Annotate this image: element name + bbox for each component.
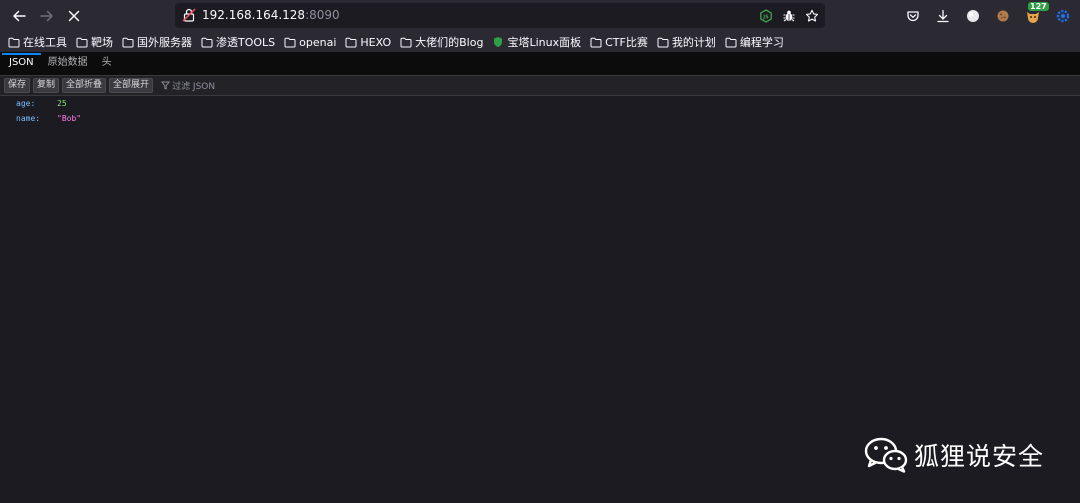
extension-badge-count: 127: [1028, 2, 1049, 11]
extension-button-badge[interactable]: 127: [1022, 2, 1049, 27]
arrow-right-icon: [40, 10, 53, 22]
bookmark-item[interactable]: 编程学习: [725, 33, 784, 51]
json-toolbar: 保存 复制 全部折叠 全部展开 过滤 JSON: [0, 75, 1080, 96]
bug-icon: [783, 10, 794, 21]
bookmark-star-button[interactable]: [802, 6, 821, 25]
star-icon: [805, 9, 818, 22]
nodejs-icon: JS: [759, 8, 772, 23]
bookmark-label: 在线工具: [23, 36, 67, 49]
cookie-icon: [997, 10, 1009, 22]
json-row-name[interactable]: name: "Bob": [16, 112, 81, 126]
folder-icon: [284, 37, 296, 47]
close-icon: [68, 10, 80, 22]
filter-placeholder: 过滤 JSON: [172, 82, 216, 92]
arrow-left-icon: [13, 10, 26, 22]
stop-button[interactable]: [62, 4, 86, 28]
wechat-icon: [864, 437, 908, 473]
json-value-number: 25: [57, 99, 67, 108]
shield-icon: [494, 37, 503, 47]
collapse-all-button[interactable]: 全部折叠: [62, 78, 107, 93]
pocket-icon: [907, 11, 919, 22]
folder-icon: [76, 37, 88, 47]
bookmark-item[interactable]: 渗透TOOLS: [201, 33, 275, 51]
bookmark-label: 我的计划: [671, 36, 716, 49]
circle-extension-icon: [967, 10, 979, 22]
nodejs-extension-button[interactable]: JS: [756, 6, 775, 25]
bookmark-item[interactable]: CTF比赛: [590, 33, 648, 51]
folder-icon: [590, 37, 602, 47]
svg-text:JS: JS: [762, 14, 769, 20]
save-button[interactable]: 保存: [4, 78, 31, 93]
pocket-button[interactable]: [902, 5, 924, 27]
downloads-button[interactable]: [932, 5, 954, 27]
bookmark-label: 渗透TOOLS: [216, 36, 276, 49]
json-key: age:: [16, 99, 36, 108]
bookmark-item[interactable]: 大佬们的Blog: [400, 33, 483, 51]
folder-icon: [8, 37, 20, 47]
bookmark-item[interactable]: 在线工具: [8, 33, 67, 51]
watermark-text: 狐狸说安全: [914, 442, 1045, 471]
folder-icon: [201, 37, 213, 47]
tab-raw-data[interactable]: 原始数据: [41, 53, 95, 75]
bookmark-label: HEXO: [360, 35, 392, 49]
browser-toolbar: 192.168.164.128:8090 JS 127: [0, 0, 1080, 32]
bookmark-item[interactable]: 宝塔Linux面板: [492, 33, 581, 51]
tab-json[interactable]: JSON: [2, 53, 41, 75]
download-icon: [937, 9, 949, 23]
folder-icon: [122, 37, 134, 47]
bookmark-label: 编程学习: [739, 36, 784, 49]
address-bar[interactable]: 192.168.164.128:8090 JS: [175, 3, 825, 28]
bookmark-item[interactable]: 靶场: [76, 33, 113, 51]
bookmark-label: 大佬们的Blog: [415, 36, 484, 49]
extension-button-blue[interactable]: [1052, 5, 1074, 27]
bookmark-label: CTF比赛: [605, 36, 648, 49]
url-port: :8090: [305, 8, 340, 22]
bookmark-item[interactable]: HEXO: [345, 33, 391, 51]
copy-button[interactable]: 复制: [33, 78, 60, 93]
extension-button-cookie[interactable]: [992, 5, 1014, 27]
back-button[interactable]: [7, 4, 31, 28]
filter-json-input[interactable]: 过滤 JSON: [161, 79, 215, 92]
bookmark-item[interactable]: 国外服务器: [122, 33, 192, 51]
json-key: name:: [16, 114, 41, 123]
bookmark-label: 靶场: [91, 36, 113, 49]
toolbar-right-icons: 127: [902, 2, 1074, 28]
folder-icon: [400, 37, 412, 47]
url-actions: JS: [756, 6, 821, 25]
folder-icon: [725, 37, 737, 47]
watermark: 狐狸说安全: [864, 436, 1044, 474]
bookmark-item[interactable]: openai: [284, 33, 336, 51]
filter-icon: [161, 81, 170, 90]
json-row-age[interactable]: age: 25: [16, 97, 67, 111]
json-viewer-tabs: JSON 原始数据 头: [0, 53, 1080, 75]
json-value-string: "Bob": [57, 114, 82, 123]
bookmark-label: openai: [299, 35, 337, 49]
extension-button-circle[interactable]: [962, 5, 984, 27]
tab-headers[interactable]: 头: [95, 53, 119, 75]
forward-button[interactable]: [35, 4, 59, 28]
bookmark-item[interactable]: 我的计划: [657, 33, 716, 51]
bookmark-label: 宝塔Linux面板: [507, 36, 582, 49]
folder-icon: [657, 37, 669, 47]
url-host: 192.168.164.128: [202, 8, 306, 22]
bookmarks-bar: 在线工具 靶场 国外服务器 渗透TOOLS openai HEXO 大佬们的Blog 宝塔Li…: [0, 32, 1080, 53]
folder-icon: [345, 37, 357, 47]
expand-all-button[interactable]: 全部展开: [109, 78, 154, 93]
bug-extension-button[interactable]: [779, 6, 798, 25]
url-text[interactable]: 192.168.164.128:8090: [202, 8, 340, 23]
bookmark-label: 国外服务器: [137, 36, 192, 49]
insecure-lock-icon[interactable]: [181, 7, 197, 23]
gear-icon: [1056, 9, 1070, 23]
